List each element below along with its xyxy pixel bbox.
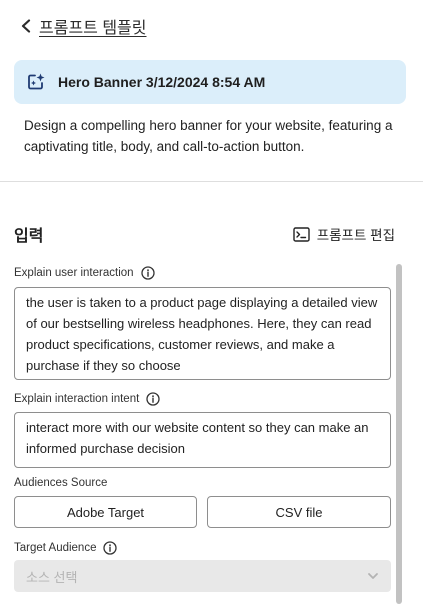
template-banner: Hero Banner 3/12/2024 8:54 AM (14, 60, 406, 104)
audiences-source-label: Audiences Source (14, 477, 108, 489)
sparkle-template-icon (28, 73, 45, 90)
input-section-title: 입력 (14, 228, 44, 245)
adobe-target-button[interactable]: Adobe Target (14, 496, 197, 528)
back-link-label: 프롬프트 템플릿 (39, 20, 147, 37)
prompt-terminal-icon (293, 226, 310, 242)
banner-title: Hero Banner 3/12/2024 8:54 AM (58, 74, 266, 90)
target-audience-label-row: Target Audience (14, 541, 118, 555)
template-description: Design a compelling hero banner for your… (24, 118, 393, 154)
scrollbar-thumb[interactable] (396, 264, 402, 604)
edit-prompt-button[interactable]: 프롬프트 편집 (293, 224, 395, 244)
user-interaction-textarea[interactable]: the user is taken to a product page disp… (14, 287, 391, 380)
info-icon[interactable] (146, 392, 160, 406)
divider (0, 181, 423, 182)
info-icon[interactable] (140, 266, 155, 280)
user-interaction-label-row: Explain user interaction (14, 266, 155, 280)
target-audience-placeholder: 소스 선택 (26, 569, 78, 585)
chevron-down-icon (368, 573, 378, 579)
chevron-left-icon (21, 19, 31, 33)
interaction-intent-label-row: Explain interaction intent (14, 392, 160, 406)
info-icon[interactable] (103, 541, 118, 555)
audiences-source-label-row: Audiences Source (14, 477, 107, 489)
edit-prompt-label: 프롬프트 편집 (316, 228, 395, 243)
user-interaction-label: Explain user interaction (14, 267, 134, 279)
back-link[interactable]: 프롬프트 템플릿 (20, 14, 147, 38)
interaction-intent-label: Explain interaction intent (14, 393, 140, 405)
target-audience-select[interactable]: 소스 선택 (14, 560, 391, 592)
csv-file-button[interactable]: CSV file (207, 496, 391, 528)
target-audience-label: Target Audience (14, 542, 97, 554)
interaction-intent-textarea[interactable]: interact more with our website content s… (14, 412, 391, 468)
